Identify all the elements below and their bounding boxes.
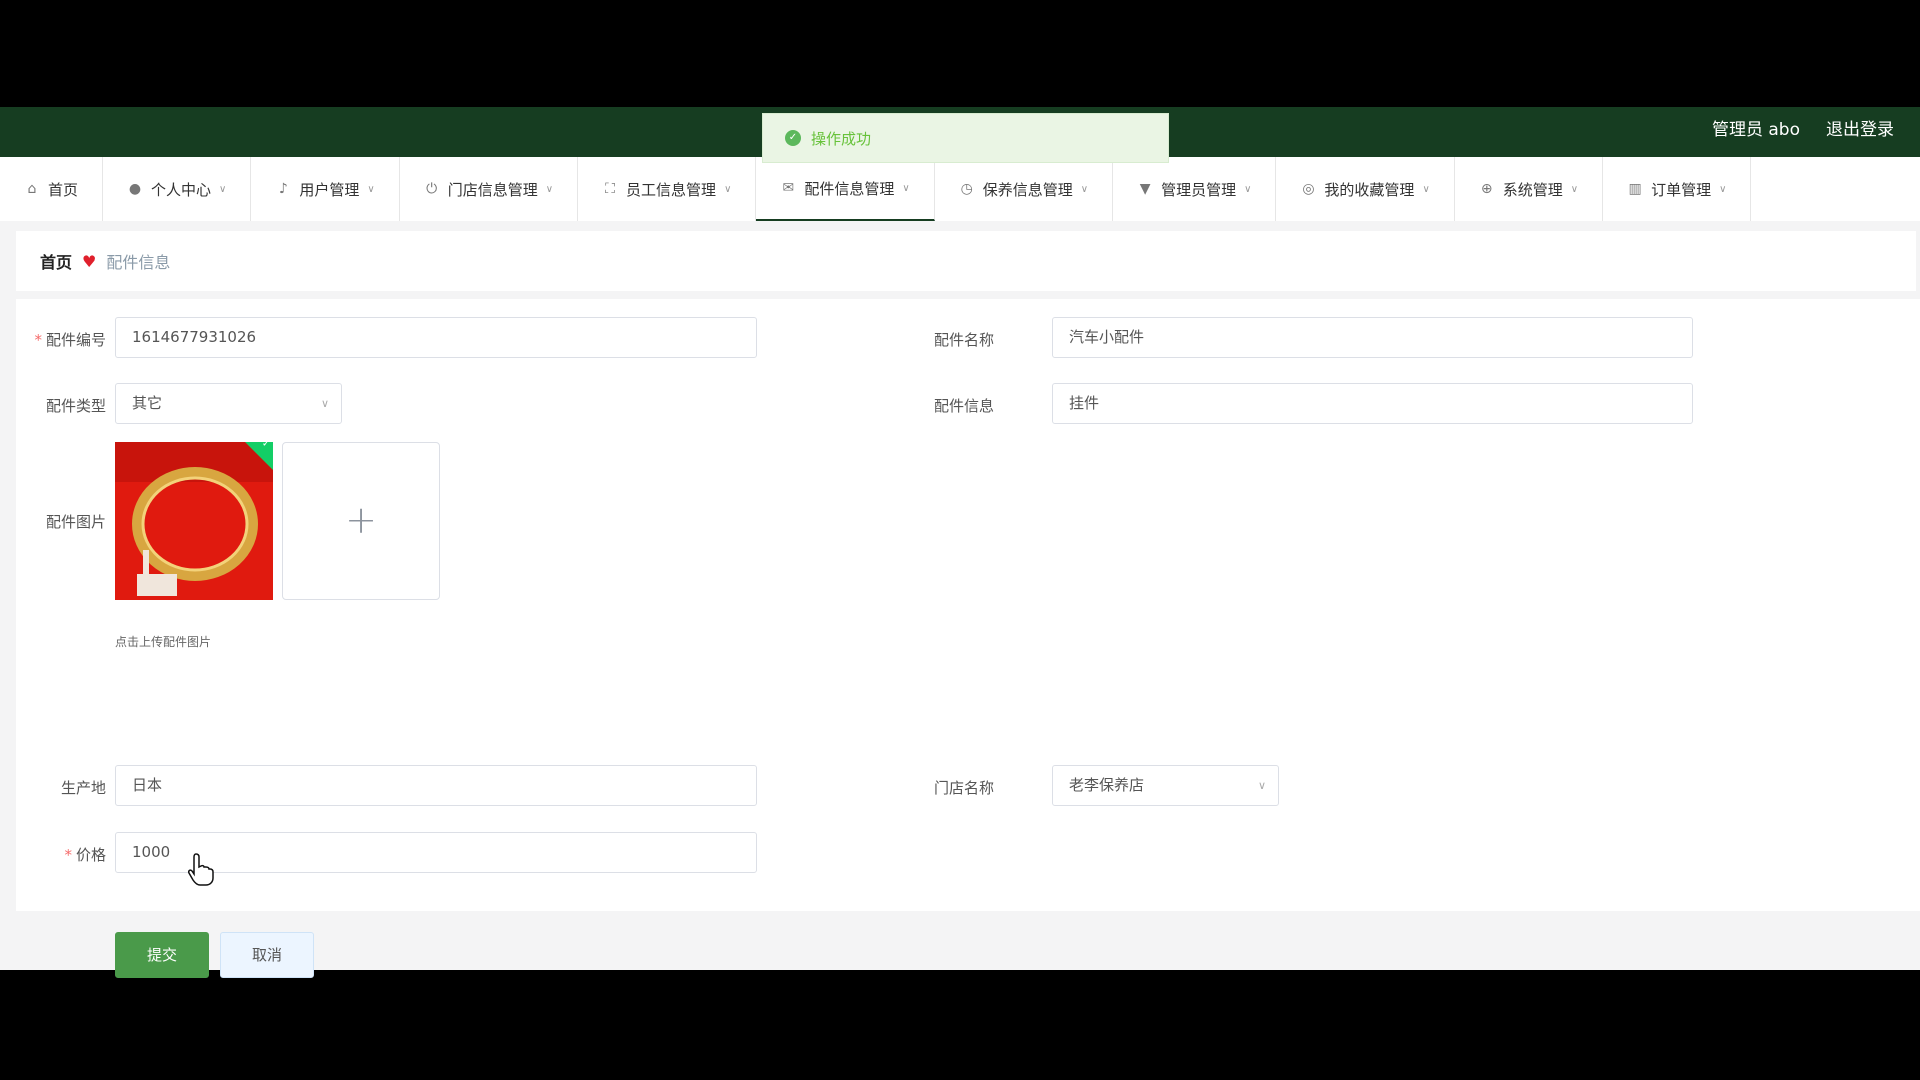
flag-icon: ▼ — [1139, 181, 1151, 197]
part-info-field[interactable]: 挂件 — [1052, 383, 1693, 424]
nav-item-label: 员工信息管理 — [626, 180, 717, 199]
part-no-label: * 配件编号 — [34, 331, 106, 349]
success-toast: ✓ 操作成功 — [762, 113, 1169, 163]
upload-hint: 点击上传配件图片 — [115, 635, 212, 649]
chevron-down-icon: ∨ — [724, 183, 732, 195]
store-label: 门店名称 — [933, 779, 994, 797]
bracelet-photo — [115, 442, 273, 600]
nav-item-label: 我的收藏管理 — [1324, 180, 1415, 199]
nav-item-order-management[interactable]: ▥ 订单管理 ∨ — [1603, 157, 1752, 221]
nav-item-label: 保养信息管理 — [982, 180, 1073, 199]
nav-item-admin-management[interactable]: ▼ 管理员管理 ∨ — [1113, 157, 1277, 221]
chevron-down-icon: ∨ — [1244, 183, 1252, 195]
image-label: 配件图片 — [45, 513, 106, 531]
cancel-button[interactable]: 取消 — [220, 932, 314, 978]
nav-item-label: 系统管理 — [1502, 180, 1563, 199]
submit-button[interactable]: 提交 — [115, 932, 209, 978]
origin-field[interactable]: 日本 — [115, 765, 757, 806]
check-circle-icon: ✓ — [785, 130, 801, 146]
nav-item-label: 首页 — [48, 180, 79, 199]
chart-icon: ▥ — [1628, 181, 1642, 197]
current-user-label: 管理员 abo — [1711, 120, 1800, 140]
nav-item-label: 配件信息管理 — [804, 179, 895, 198]
nav-item-user-management[interactable]: ♪ 用户管理 ∨ — [251, 157, 400, 221]
nav-item-employee-management[interactable]: ⛶ 员工信息管理 ∨ — [578, 157, 757, 221]
part-name-label: 配件名称 — [933, 331, 994, 349]
nav-item-favorites-management[interactable]: ◎ 我的收藏管理 ∨ — [1276, 157, 1455, 221]
nav-item-label: 订单管理 — [1651, 180, 1712, 199]
chevron-down-icon: ∨ — [219, 183, 227, 195]
chevron-down-icon: ∨ — [1257, 779, 1266, 792]
main-nav: ⌂ 首页 ● 个人中心 ∨ ♪ 用户管理 ∨ ⏻ 门店信息管理 ∨ ⛶ 员工信息… — [0, 157, 1920, 221]
power-icon: ⏻ — [426, 181, 438, 197]
nav-item-label: 门店信息管理 — [447, 180, 538, 199]
globe-icon: ◎ — [1302, 181, 1315, 197]
nav-item-system-management[interactable]: ⊕ 系统管理 ∨ — [1455, 157, 1604, 221]
app-root: 管理员 abo 退出登录 ✓ 操作成功 ⌂ 首页 ● 个人中心 ∨ ♪ 用户管理… — [0, 107, 1920, 978]
store-select[interactable]: 老李保养店 ∨ — [1052, 765, 1279, 806]
image-upload-button[interactable]: + — [282, 442, 440, 600]
nav-item-maintenance-management[interactable]: ◷ 保养信息管理 ∨ — [935, 157, 1114, 221]
part-edit-form: * 配件编号 1614677931026 配件名称 汽车小配件 配件类型 其它 ∨… — [16, 299, 1920, 978]
uploaded-image-thumbnail[interactable]: ✓ — [115, 442, 273, 600]
hand-pointer-icon — [188, 853, 214, 886]
part-no-field[interactable]: 1614677931026 — [115, 317, 757, 358]
clock-icon: ◷ — [960, 181, 973, 197]
chevron-down-icon: ∨ — [1719, 183, 1727, 195]
nav-item-label: 管理员管理 — [1161, 180, 1237, 199]
price-label: * 价格 — [64, 846, 106, 864]
chevron-down-icon: ∨ — [1570, 183, 1579, 195]
user-icon: ● — [128, 181, 142, 197]
part-type-select[interactable]: 其它 ∨ — [115, 383, 342, 424]
logout-link[interactable]: 退出登录 — [1826, 115, 1894, 140]
chevron-down-icon: ∨ — [1422, 183, 1430, 195]
mail-icon: ✉ — [782, 180, 795, 196]
part-name-field[interactable]: 汽车小配件 — [1052, 317, 1693, 358]
plus-icon: + — [345, 498, 377, 542]
nav-item-personal-center[interactable]: ● 个人中心 ∨ — [103, 157, 252, 221]
breadcrumb-current: 配件信息 — [106, 253, 171, 272]
compass-icon: ⊕ — [1480, 181, 1493, 197]
store-value: 老李保养店 — [1069, 776, 1145, 794]
breadcrumb: 首页 ♥ 配件信息 — [16, 231, 1916, 291]
part-type-label: 配件类型 — [45, 397, 106, 415]
chevron-down-icon: ∨ — [367, 183, 375, 195]
nav-item-home[interactable]: ⌂ 首页 — [0, 157, 104, 221]
part-info-label: 配件信息 — [933, 397, 994, 415]
chevron-down-icon: ∨ — [1080, 183, 1089, 195]
toast-message: 操作成功 — [811, 129, 872, 148]
heart-icon: ♥ — [82, 251, 97, 271]
chevron-down-icon: ∨ — [902, 182, 910, 194]
nav-item-store-management[interactable]: ⏻ 门店信息管理 ∨ — [400, 157, 579, 221]
chevron-down-icon: ∨ — [545, 183, 554, 195]
nav-item-label: 用户管理 — [299, 180, 360, 199]
nav-item-label: 个人中心 — [151, 180, 212, 199]
nav-item-parts-management[interactable]: ✉ 配件信息管理 ∨ — [756, 157, 935, 221]
chevron-down-icon: ∨ — [320, 397, 329, 410]
fullscreen-icon: ⛶ — [605, 181, 615, 197]
part-type-value: 其它 — [132, 394, 163, 412]
check-icon: ✓ — [261, 442, 271, 450]
home-icon: ⌂ — [27, 181, 37, 197]
origin-label: 生产地 — [60, 779, 106, 797]
bell-icon: ♪ — [278, 181, 288, 197]
breadcrumb-home[interactable]: 首页 — [40, 249, 72, 273]
